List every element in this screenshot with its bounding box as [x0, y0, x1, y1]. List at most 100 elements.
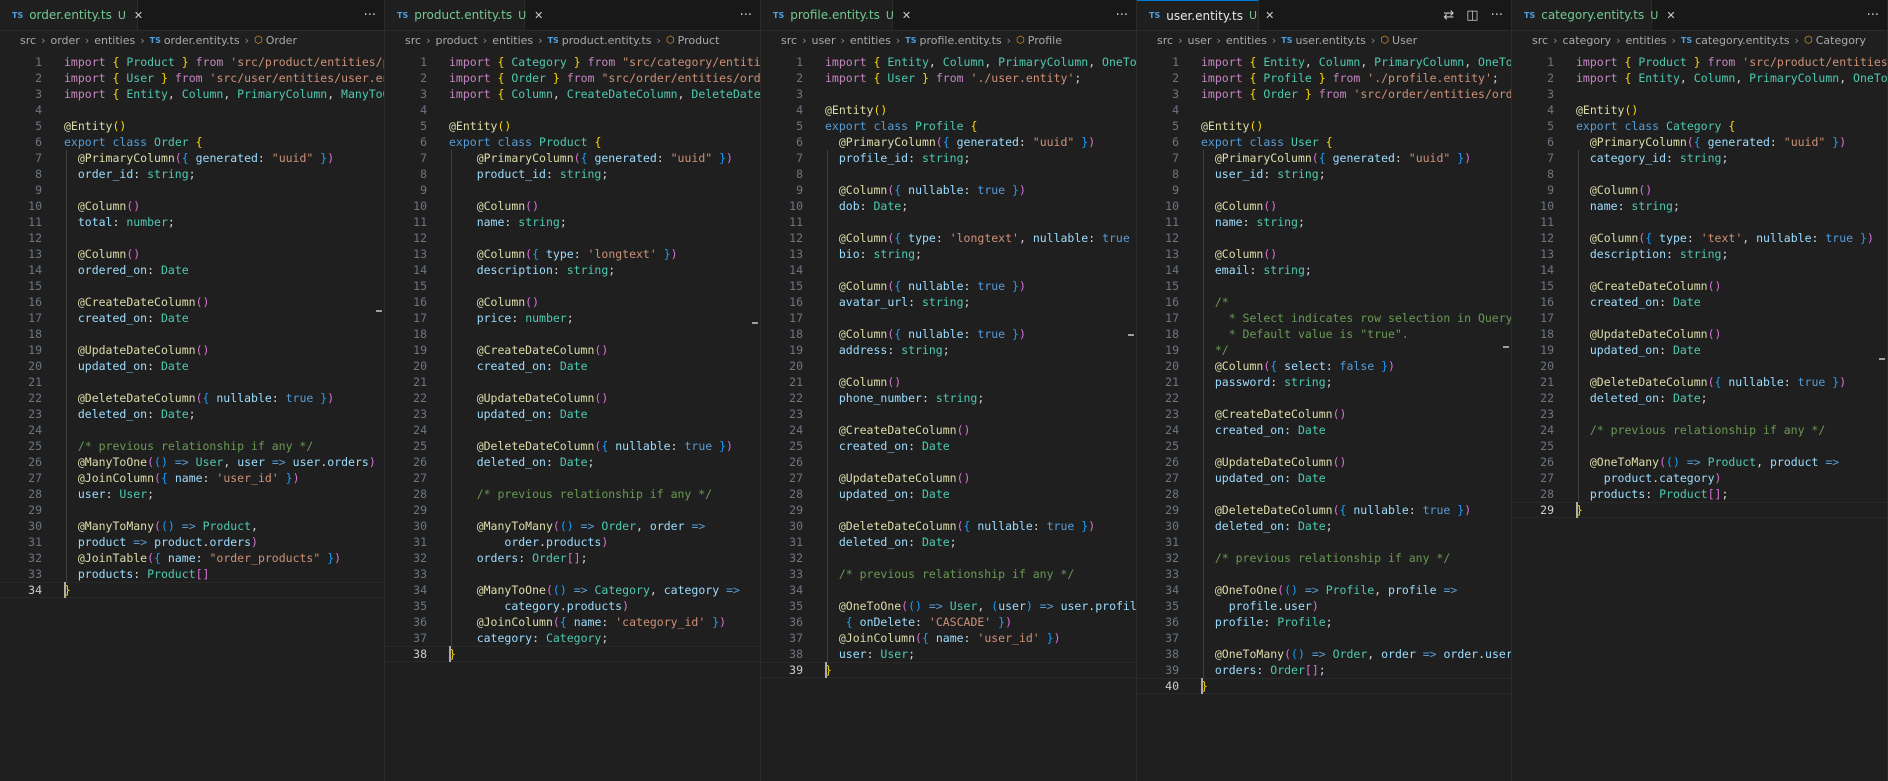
code-editor[interactable]: 1 import { Product } from 'src/product/en… [1512, 50, 1887, 781]
line-content: created_on: Date [64, 310, 189, 326]
line-number: 9 [1547, 183, 1554, 197]
breadcrumb-folder[interactable]: order [50, 34, 79, 47]
code-token: import [449, 55, 491, 69]
close-icon[interactable]: ✕ [1265, 9, 1274, 22]
split-editor-icon[interactable]: ◫ [1466, 8, 1478, 23]
breadcrumb-file[interactable]: order.entity.ts [164, 34, 240, 47]
code-token: Order [154, 135, 189, 149]
tab-order[interactable]: TS order.entity.ts U ✕ [0, 0, 143, 30]
breadcrumb-symbol[interactable]: Order [266, 34, 297, 47]
more-actions-icon[interactable]: ··· [364, 8, 376, 23]
code-token: ) [1088, 519, 1096, 533]
line-content: @CreateDateColumn() [1576, 278, 1722, 294]
breadcrumb-folder[interactable]: entities [94, 34, 135, 47]
code-token: string [559, 167, 602, 181]
breadcrumb-folder[interactable]: user [1187, 34, 1211, 47]
code-line: 6 @PrimaryColumn({ generated: "uuid" }) [761, 134, 1136, 150]
code-token: ordered_on [77, 263, 148, 277]
code-token: : [859, 247, 874, 261]
tab-category[interactable]: TS category.entity.ts U ✕ [1512, 0, 1676, 30]
breadcrumb-symbol[interactable]: User [1392, 34, 1417, 47]
breadcrumb-folder[interactable]: src [20, 34, 36, 47]
breadcrumb-folder[interactable]: src [1157, 34, 1173, 47]
code-token: ) [726, 439, 733, 453]
code-token: /* previous relationship if any */ [1214, 551, 1451, 565]
class-symbol-icon: ⬡ [665, 34, 675, 46]
breadcrumb-folder[interactable]: entities [1226, 34, 1267, 47]
breadcrumb-folder[interactable]: src [405, 34, 421, 47]
more-actions-icon[interactable]: ··· [1491, 8, 1503, 23]
code-token: Column [1693, 71, 1736, 85]
more-actions-icon[interactable]: ··· [740, 8, 752, 23]
line-content: products: Product[]; [1576, 486, 1729, 502]
breadcrumb-folder[interactable]: src [781, 34, 797, 47]
editor-pane-user: TS user.entity.ts U ✕ ⇄ ◫ ··· src › user › entities… [1137, 0, 1512, 781]
code-editor[interactable]: 1 import { Entity, Column, PrimaryColumn,… [761, 50, 1136, 781]
breadcrumb-symbol[interactable]: Profile [1028, 34, 1062, 47]
tab-profile[interactable]: TS profile.entity.ts U ✕ [761, 0, 911, 30]
line-content: export class Order { [64, 134, 203, 150]
tab-product[interactable]: TS product.entity.ts U ✕ [385, 0, 543, 30]
code-token: from [566, 71, 595, 85]
code-token: : [935, 231, 950, 245]
code-token: profile [1228, 599, 1278, 613]
tab-bar: TS category.entity.ts U ✕ ··· [1512, 0, 1887, 31]
line-number: 9 [35, 183, 42, 197]
code-token: ) [726, 151, 733, 165]
code-token: @CreateDateColumn [1589, 279, 1708, 293]
code-token: : [105, 487, 120, 501]
breadcrumb-folder[interactable]: product [435, 34, 477, 47]
close-icon[interactable]: ✕ [902, 9, 911, 22]
code-token: PrimaryColumn [998, 55, 1089, 69]
vertical-scrollbar[interactable] [374, 50, 384, 781]
breadcrumb-folder[interactable]: entities [492, 34, 533, 47]
vertical-scrollbar[interactable] [1877, 50, 1887, 781]
code-token: () [594, 391, 609, 405]
vertical-scrollbar[interactable] [1126, 50, 1136, 781]
close-icon[interactable]: ✕ [534, 9, 543, 22]
more-actions-icon[interactable]: ··· [1867, 8, 1879, 23]
code-line: 6 export class User { [1137, 134, 1511, 150]
close-icon[interactable]: ✕ [1666, 9, 1675, 22]
code-editor[interactable]: 1 import { Entity, Column, PrimaryColumn,… [1137, 50, 1511, 781]
breadcrumb-file[interactable]: profile.entity.ts [919, 34, 1001, 47]
breadcrumb-folder[interactable]: entities [850, 34, 891, 47]
line-number: 32 [1165, 551, 1179, 565]
line-number: 38 [1165, 647, 1179, 661]
breadcrumb-folder[interactable]: src [1532, 34, 1548, 47]
breadcrumb-file[interactable]: user.entity.ts [1295, 34, 1365, 47]
line-content: * Select indicates row selection in Quer… [1201, 310, 1511, 326]
line-content: export class Profile { [825, 118, 977, 134]
code-line: 26 @OneToMany(() => Product, product => [1512, 454, 1887, 470]
line-number: 33 [789, 567, 803, 581]
code-editor[interactable]: 1 import { Product } from 'src/product/en… [0, 50, 384, 781]
code-line: 26 deleted_on: Date; [385, 454, 760, 470]
code-token: from [1318, 87, 1347, 101]
code-editor[interactable]: 1 import { Category } from "src/category/… [385, 50, 760, 781]
breadcrumb-folder[interactable]: entities [1626, 34, 1667, 47]
more-actions-icon[interactable]: ··· [1116, 8, 1128, 23]
code-token: @DeleteDateColumn [476, 439, 595, 453]
breadcrumb-folder[interactable]: user [811, 34, 835, 47]
breadcrumb-file[interactable]: category.entity.ts [1695, 34, 1789, 47]
breadcrumb-file[interactable]: product.entity.ts [562, 34, 652, 47]
vertical-scrollbar[interactable] [750, 50, 760, 781]
breadcrumb-symbol[interactable]: Product [678, 34, 720, 47]
code-token: Entity [126, 87, 168, 101]
breadcrumb-folder[interactable]: category [1562, 34, 1611, 47]
code-line: 10 dob: Date; [761, 198, 1136, 214]
code-token: true [977, 279, 1006, 293]
compare-changes-icon[interactable]: ⇄ [1443, 8, 1454, 23]
breadcrumb-symbol[interactable]: Category [1816, 34, 1866, 47]
vertical-scrollbar[interactable] [1501, 50, 1511, 781]
code-line: 19 @UpdateDateColumn() [0, 342, 384, 358]
close-icon[interactable]: ✕ [134, 9, 143, 22]
code-token: ; [942, 343, 950, 357]
typescript-icon: TS [1281, 35, 1293, 45]
tab-user[interactable]: TS user.entity.ts U ✕ [1137, 0, 1274, 30]
code-line: 27 @JoinColumn({ name: 'user_id' }) [0, 470, 384, 486]
